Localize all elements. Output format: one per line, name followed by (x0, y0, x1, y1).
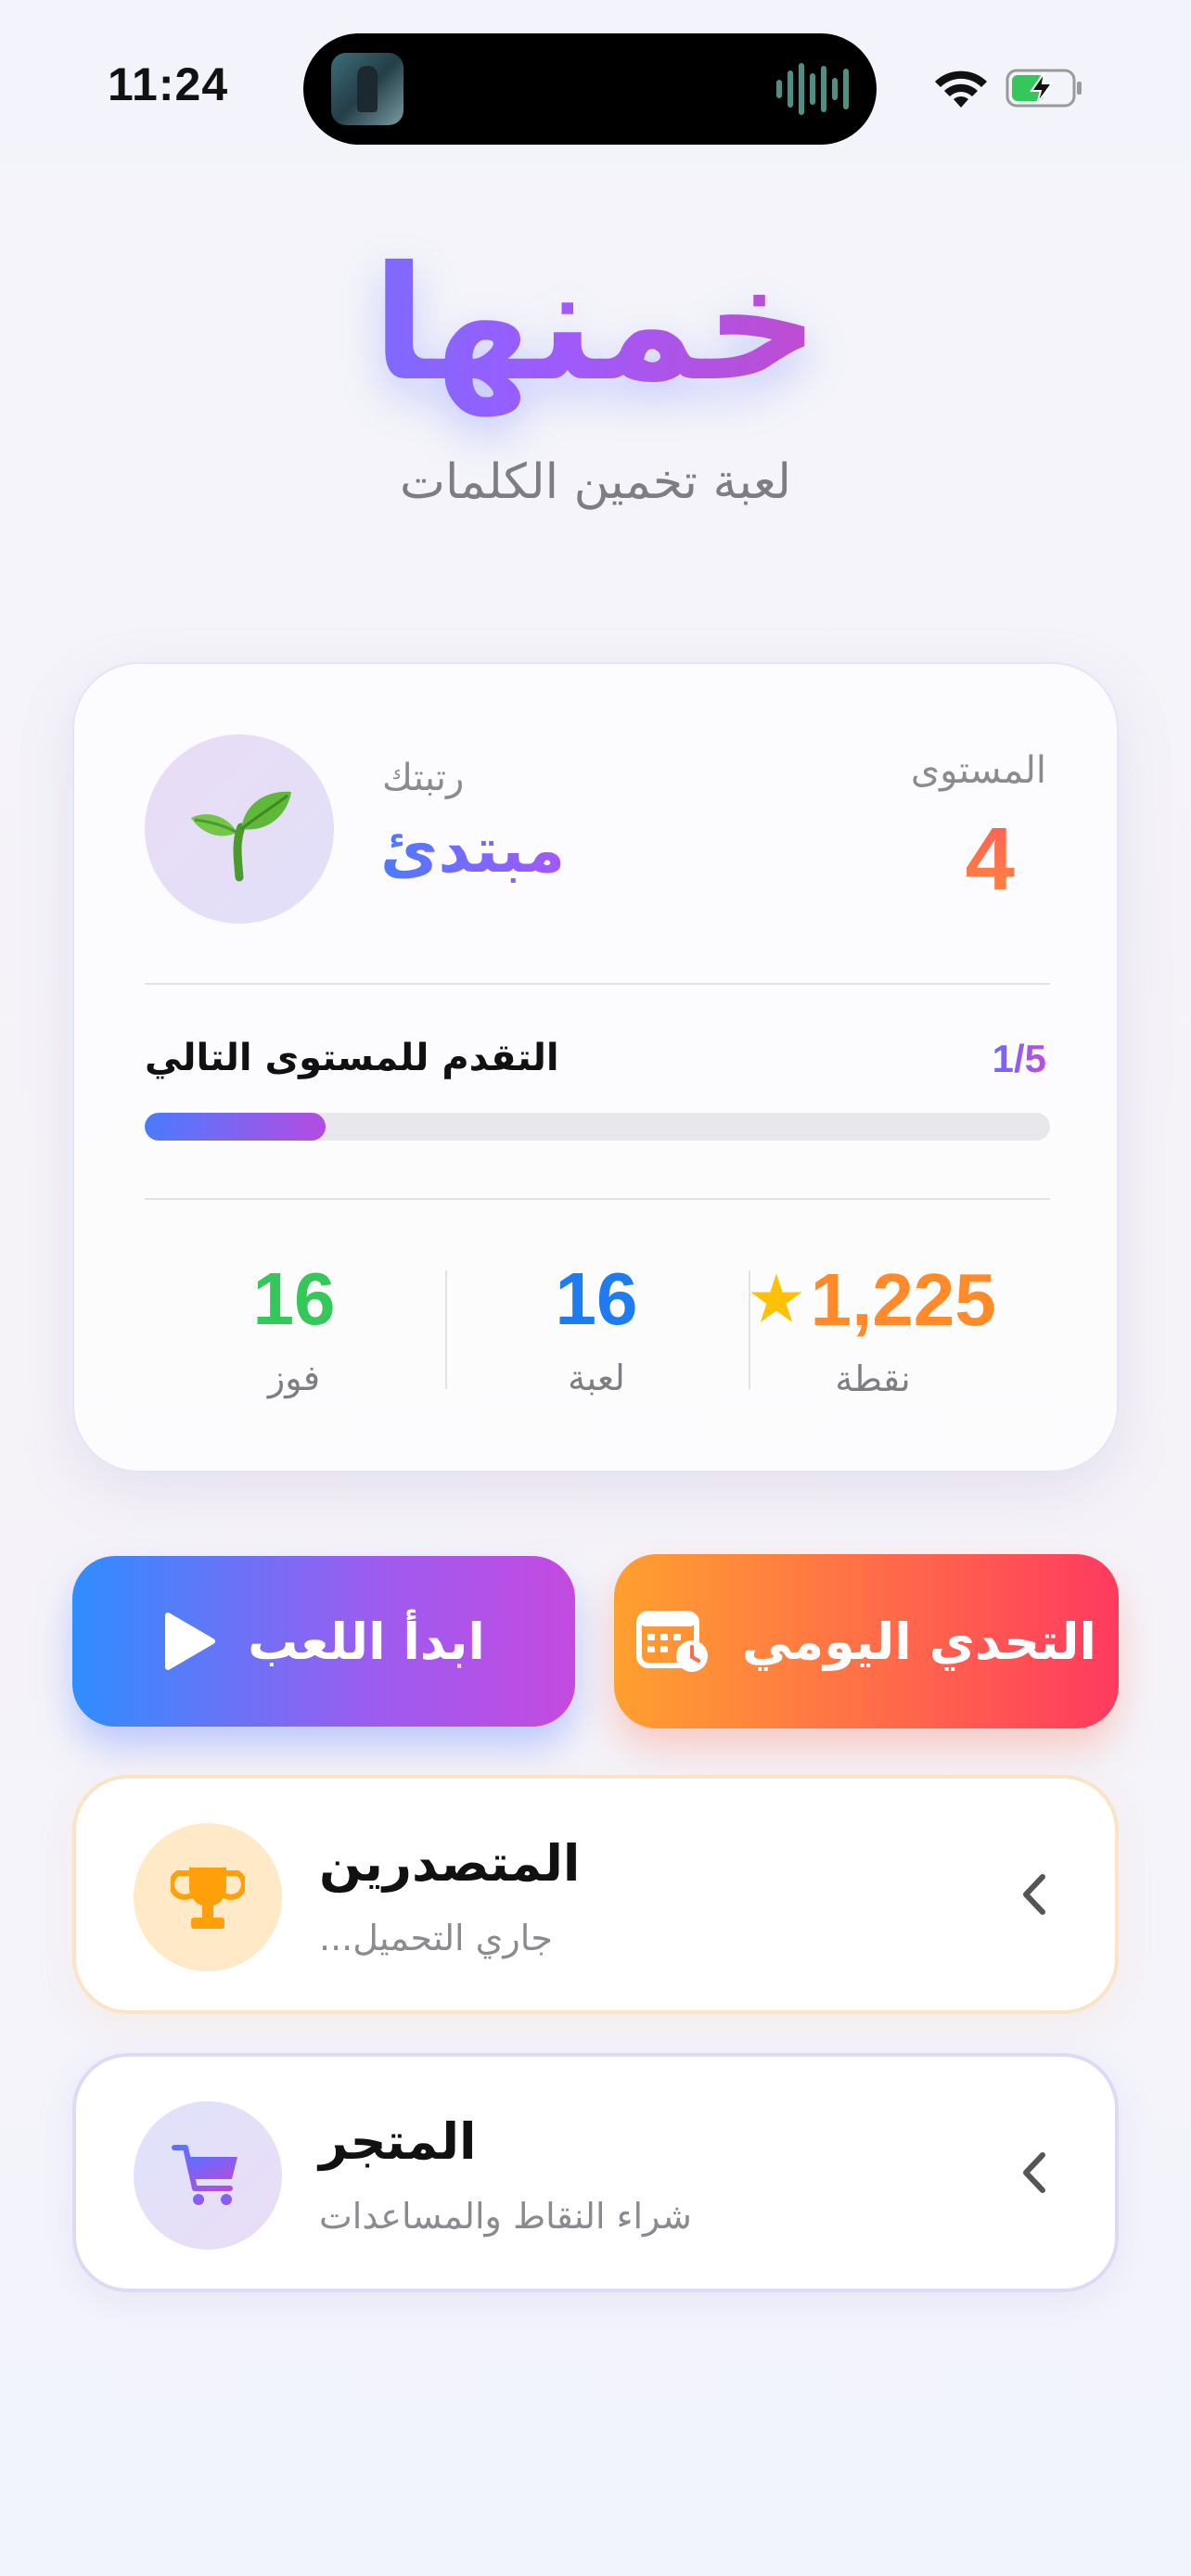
rank-value: مبتدئ (380, 814, 566, 887)
stat-wins-label: فوز (267, 1358, 321, 1398)
cart-icon (172, 2145, 237, 2205)
stat-games-value: 16 (555, 1257, 638, 1340)
wifi-icon (935, 70, 987, 108)
trophy-icon (171, 1868, 245, 1929)
stat-points-value: ★ 1,225 (722, 1257, 1024, 1342)
stat-separator (445, 1270, 447, 1389)
rank-avatar (145, 734, 334, 924)
start-playing-label: ابدأ اللعب (248, 1612, 485, 1671)
battery-charging-icon (1005, 69, 1082, 108)
progress-bar (145, 1113, 1050, 1141)
store-icon-circle (134, 2101, 282, 2250)
stat-games: 16 لعبة (445, 1257, 748, 1398)
stat-separator (749, 1270, 750, 1389)
progress-count: 1/5 (992, 1037, 1046, 1080)
stat-games-label: لعبة (568, 1358, 625, 1398)
store-subtitle: شراء النقاط والمساعدات (319, 2196, 692, 2237)
store-title: المتجر (319, 2112, 477, 2171)
chevron-left-icon (1023, 1874, 1045, 1915)
status-time: 11:24 (108, 58, 229, 110)
audio-waveform-icon (776, 61, 849, 117)
points-value: 1,225 (810, 1258, 996, 1341)
calendar-clock-icon (636, 1611, 708, 1672)
start-playing-button[interactable]: ابدأ اللعب (72, 1556, 575, 1727)
level-caption: المستوى (910, 749, 1046, 792)
leaderboard-icon-circle (134, 1823, 282, 1971)
chevron-left-icon (1023, 2152, 1045, 2193)
leaderboard-subtitle: جاري التحميل... (319, 1918, 553, 1958)
divider (145, 1198, 1050, 1200)
leaderboard-card[interactable]: المتصدرين جاري التحميل... (72, 1775, 1119, 2014)
daily-challenge-button[interactable]: التحدي اليومي (614, 1554, 1119, 1728)
now-playing-artwork[interactable] (331, 53, 403, 125)
stat-wins: 16 فوز (143, 1257, 445, 1398)
level-card: رتبتك مبتدئ المستوى 4 التقدم للمستوى الت… (72, 662, 1119, 1473)
daily-challenge-label: التحدي اليومي (742, 1612, 1096, 1671)
app-title: خمنها (0, 227, 1191, 422)
progress-label: التقدم للمستوى التالي (145, 1037, 559, 1079)
store-card[interactable]: المتجر شراء النقاط والمساعدات (72, 2053, 1119, 2292)
level-value: 4 (965, 810, 1015, 909)
star-icon: ★ (749, 1266, 803, 1333)
seedling-icon (191, 791, 291, 882)
stat-points: ★ 1,225 نقطة (722, 1257, 1024, 1399)
play-icon (165, 1613, 216, 1670)
progress-bar-fill (145, 1113, 327, 1141)
status-bar: 11:24 (0, 0, 1191, 176)
stat-wins-value: 16 (252, 1257, 336, 1340)
leaderboard-title: المتصدرين (319, 1834, 581, 1893)
rank-caption: رتبتك (382, 757, 465, 799)
app-subtitle: لعبة تخمين الكلمات (399, 454, 792, 510)
stat-points-label: نقطة (835, 1358, 911, 1399)
divider (145, 983, 1050, 985)
dynamic-island[interactable] (303, 33, 877, 145)
